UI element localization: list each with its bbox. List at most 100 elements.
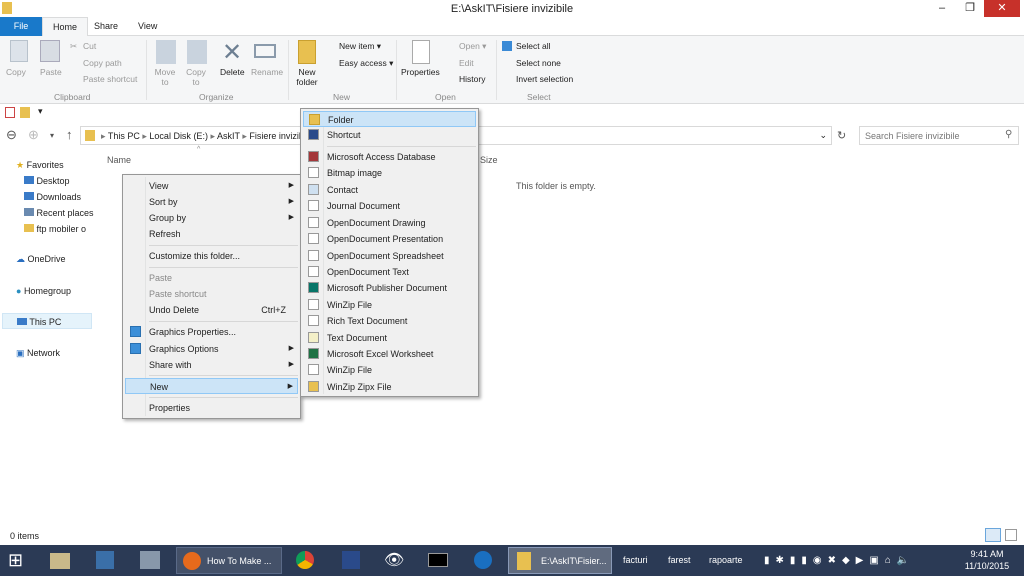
save-app-icon[interactable] — [342, 551, 360, 569]
sidebar-item-homegroup[interactable]: ● Homegroup — [16, 286, 71, 296]
sidebar-item-desktop[interactable]: Desktop — [24, 176, 70, 186]
details-view-button[interactable] — [985, 528, 1001, 542]
control-panel-pin-icon[interactable] — [140, 551, 160, 569]
copy-to-button[interactable]: Copy to — [183, 67, 209, 87]
move-to-button[interactable]: Move to — [152, 67, 178, 87]
address-dropdown-icon[interactable]: ⌄ — [819, 130, 827, 141]
new-winzip-zipx-item[interactable]: WinZip Zipx File — [303, 379, 476, 395]
maximize-button[interactable]: ❐ — [956, 0, 984, 17]
new-od-spreadsheet-item[interactable]: OpenDocument Spreadsheet — [303, 248, 476, 264]
crumb-local-disk[interactable]: Local Disk (E:) — [149, 131, 208, 141]
menu-item-undo-delete[interactable]: Undo Delete Ctrl+Z — [125, 302, 298, 318]
thunderbird-icon[interactable] — [474, 551, 492, 569]
menu-item-graphics-options[interactable]: Graphics Options ▶ — [125, 341, 298, 357]
new-shortcut-item[interactable]: Shortcut — [303, 127, 476, 143]
sidebar-item-recent-places[interactable]: Recent places — [24, 208, 94, 218]
menu-item-refresh[interactable]: Refresh — [125, 226, 298, 242]
new-od-drawing-item[interactable]: OpenDocument Drawing — [303, 215, 476, 231]
menu-item-customize[interactable]: Customize this folder... — [125, 248, 298, 264]
tab-share[interactable]: Share — [84, 17, 128, 36]
invert-selection-button[interactable]: Invert selection — [516, 74, 573, 84]
easy-access-button[interactable]: Easy access ▾ — [339, 58, 393, 69]
new-folder-item[interactable]: Folder — [303, 111, 476, 127]
sidebar-item-ftp[interactable]: ftp mobiler o — [24, 224, 86, 234]
customize-quick-access-icon[interactable]: ▾ — [38, 106, 43, 117]
new-contact-item[interactable]: Contact — [303, 182, 476, 198]
sidebar-item-downloads[interactable]: Downloads — [24, 192, 81, 202]
toolbar-facturi[interactable]: facturi — [623, 547, 648, 574]
menu-item-graphics-properties[interactable]: Graphics Properties... — [125, 324, 298, 340]
paste-shortcut-button[interactable]: Paste shortcut — [83, 74, 137, 84]
sidebar-item-this-pc[interactable]: This PC — [2, 313, 92, 329]
new-bitmap-item[interactable]: Bitmap image — [303, 165, 476, 181]
crumb-this-pc[interactable]: This PC — [108, 131, 140, 141]
toolbar-farest[interactable]: farest — [668, 547, 691, 574]
menu-item-sort-by[interactable]: Sort by ▶ — [125, 194, 298, 210]
eye-app-icon[interactable]: 👁 — [384, 547, 406, 574]
new-winzip-file-item[interactable]: WinZip File — [303, 362, 476, 378]
sidebar-item-onedrive[interactable]: ☁ OneDrive — [16, 254, 66, 265]
new-od-presentation-item[interactable]: OpenDocument Presentation — [303, 231, 476, 247]
select-all-button[interactable]: Select all — [516, 41, 551, 51]
column-header-name[interactable]: Name — [107, 155, 131, 165]
desktop-icon — [24, 176, 34, 184]
open-button[interactable]: Open ▾ — [459, 41, 486, 52]
properties-button[interactable]: Properties — [401, 67, 440, 77]
command-prompt-icon[interactable] — [428, 553, 448, 567]
new-publisher-item[interactable]: Microsoft Publisher Document — [303, 280, 476, 296]
new-folder-quick-icon[interactable] — [20, 107, 30, 118]
crumb-askit[interactable]: AskIT — [217, 131, 240, 141]
new-text-document-item[interactable]: Text Document — [303, 330, 476, 346]
paste-button[interactable]: Paste — [40, 67, 62, 77]
new-od-text-item[interactable]: OpenDocument Text — [303, 264, 476, 280]
menu-item-paste[interactable]: Paste — [125, 270, 298, 286]
sidebar-item-favorites[interactable]: ★ Favorites — [16, 160, 64, 171]
close-button[interactable]: ✕ — [984, 0, 1020, 17]
up-button[interactable]: ↑ — [66, 127, 73, 142]
menu-item-paste-shortcut[interactable]: Paste shortcut — [125, 286, 298, 302]
new-rtf-item[interactable]: Rich Text Document — [303, 313, 476, 329]
column-header-size[interactable]: Size — [480, 155, 498, 165]
start-button[interactable]: ⊞ — [8, 547, 23, 574]
taskbar-firefox[interactable]: How To Make ... — [176, 547, 282, 574]
select-none-button[interactable]: Select none — [516, 58, 561, 68]
refresh-button[interactable]: ↻ — [837, 129, 846, 142]
delete-button[interactable]: Delete — [220, 67, 245, 77]
new-excel-item[interactable]: Microsoft Excel Worksheet — [303, 346, 476, 362]
file-explorer-pin-icon[interactable] — [50, 553, 70, 569]
toolbar-rapoarte[interactable]: rapoarte — [709, 547, 743, 574]
copy-button[interactable]: Copy — [6, 67, 26, 77]
chrome-icon[interactable] — [296, 551, 314, 569]
system-tray-icons[interactable]: ▮✱▮▮◉✖◆▶▣⌂🔈 — [764, 547, 944, 574]
app-pin-icon[interactable] — [96, 551, 114, 569]
tab-view[interactable]: View — [128, 17, 167, 36]
back-button[interactable]: ⊖ — [6, 127, 17, 143]
new-folder-button[interactable]: New folder — [294, 67, 320, 87]
cut-button[interactable]: Cut — [83, 41, 96, 51]
clock[interactable]: 9:41 AM 11/10/2015 — [960, 548, 1014, 572]
menu-item-group-by[interactable]: Group by ▶ — [125, 210, 298, 226]
menu-item-share-with[interactable]: Share with ▶ — [125, 357, 298, 373]
copy-path-button[interactable]: Copy path — [83, 58, 122, 68]
edit-button[interactable]: Edit — [459, 58, 474, 68]
large-icons-view-button[interactable] — [1005, 529, 1017, 541]
taskbar-explorer[interactable]: E:\AskIT\Fisier... — [508, 547, 612, 574]
menu-item-view[interactable]: View ▶ — [125, 178, 298, 194]
menu-item-new[interactable]: New ▶ — [125, 378, 298, 394]
new-item-button[interactable]: New item ▾ — [339, 41, 381, 52]
search-input[interactable]: Search Fisiere invizibile — [859, 126, 1019, 145]
recent-locations-button[interactable]: ▾ — [50, 131, 54, 140]
new-access-database-item[interactable]: Microsoft Access Database — [303, 149, 476, 165]
tab-home[interactable]: Home — [42, 17, 89, 37]
forward-button[interactable]: ⊕ — [28, 127, 39, 143]
homegroup-icon: ● — [16, 286, 24, 296]
new-winzip-item[interactable]: WinZip File — [303, 297, 476, 313]
minimize-button[interactable]: – — [928, 0, 956, 17]
history-button[interactable]: History — [459, 74, 485, 84]
tab-file[interactable]: File — [0, 17, 42, 36]
new-journal-item[interactable]: Journal Document — [303, 198, 476, 214]
properties-quick-icon[interactable] — [5, 107, 15, 118]
sidebar-item-network[interactable]: ▣ Network — [16, 348, 60, 359]
rename-button[interactable]: Rename — [251, 67, 283, 77]
menu-item-properties[interactable]: Properties — [125, 400, 298, 416]
